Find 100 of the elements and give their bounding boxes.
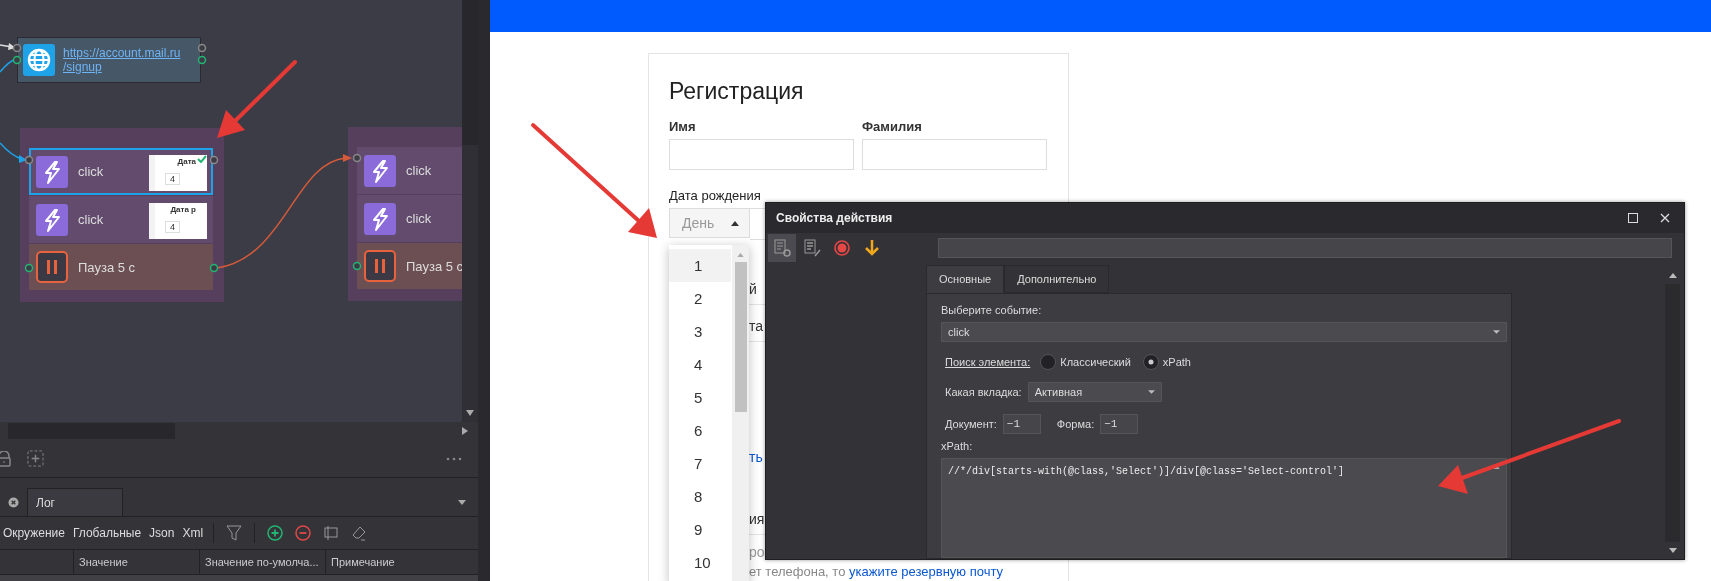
backup-email-link[interactable]: укажите резервную почту xyxy=(849,564,1004,579)
action-row[interactable]: click xyxy=(357,147,462,194)
eraser-icon[interactable] xyxy=(351,525,368,541)
port-dot[interactable] xyxy=(197,43,207,53)
field-label: Фамилия xyxy=(862,119,923,134)
input-field[interactable] xyxy=(938,238,1672,258)
scroll-right-icon[interactable] xyxy=(462,427,468,435)
tab-select[interactable]: Активная xyxy=(1027,382,1162,402)
day-option[interactable]: 5 xyxy=(669,381,731,414)
field-label: Выберите событие: xyxy=(941,304,1043,316)
dialog-title: Свойства действия xyxy=(776,211,893,225)
action-label: click xyxy=(78,212,104,227)
column-header[interactable]: Значение xyxy=(73,550,199,574)
radio-icon[interactable] xyxy=(1040,354,1057,370)
action-label: click xyxy=(78,164,104,179)
action-row[interactable]: Пауза 5 с xyxy=(357,243,462,289)
action-label: click xyxy=(406,211,432,226)
day-option[interactable]: 2 xyxy=(669,282,731,315)
scroll-up-icon[interactable] xyxy=(1668,273,1677,278)
field-label: xPath: xyxy=(941,440,974,452)
action-row[interactable]: click Дата 4 xyxy=(29,148,213,195)
caret-icon xyxy=(1493,330,1500,334)
port-dot[interactable] xyxy=(352,153,362,163)
toolbar-tab[interactable]: Json xyxy=(146,526,178,540)
text-fragment: й xyxy=(749,281,757,297)
action-label: Пауза 5 с xyxy=(78,259,136,275)
dialog-tab[interactable]: Основные xyxy=(926,265,1005,293)
day-option[interactable]: 9 xyxy=(669,513,731,546)
scroll-up-icon[interactable] xyxy=(1493,465,1500,469)
scroll-down-icon[interactable] xyxy=(1668,548,1677,553)
port-dot[interactable] xyxy=(209,263,219,273)
lightning-icon xyxy=(36,155,68,188)
port-dot[interactable] xyxy=(197,55,207,65)
radio-option[interactable]: Классический xyxy=(1040,354,1131,370)
toolbar-tab[interactable]: Xml xyxy=(179,526,207,540)
thumbnail-value: 4 xyxy=(165,221,180,233)
column-header[interactable]: Значение по-умолча... xyxy=(199,550,325,574)
day-option[interactable]: 10 xyxy=(669,546,731,579)
note-text: ет телефона, то xyxy=(749,564,846,579)
close-icon[interactable] xyxy=(1660,213,1670,223)
toolbar-tab[interactable]: Глобальные xyxy=(69,526,145,540)
xpath-field[interactable]: //*/div[starts-with(@class,'Select')]/div[@class='Select-control'] xyxy=(941,458,1507,558)
port-dot[interactable] xyxy=(12,55,22,65)
connector-line xyxy=(0,59,15,73)
close-icon[interactable] xyxy=(8,496,19,508)
log-tab[interactable]: Лог xyxy=(27,488,123,516)
day-option[interactable]: 1 xyxy=(669,249,731,282)
day-option[interactable]: 7 xyxy=(669,447,731,480)
day-option[interactable]: 8 xyxy=(669,480,731,513)
form-title: Регистрация xyxy=(669,78,805,105)
thumbnail-value: 4 xyxy=(165,173,180,185)
filter-icon[interactable] xyxy=(226,525,243,541)
action-label: Пауза 5 с xyxy=(406,258,462,274)
form-field[interactable]: −1 xyxy=(1100,414,1139,434)
field-label: Дата рождения xyxy=(669,188,762,203)
field-label: Форма: xyxy=(1056,418,1095,430)
radio-option[interactable]: xPath xyxy=(1142,354,1191,370)
lightning-icon xyxy=(364,202,396,235)
more-icon[interactable] xyxy=(446,456,462,461)
caret-icon xyxy=(731,220,739,226)
caret-icon[interactable] xyxy=(458,499,466,505)
scroll-down-icon[interactable] xyxy=(466,410,474,416)
text-fragment: ия xyxy=(749,511,765,527)
check-icon xyxy=(197,155,207,163)
thumbnail-label: Дата xyxy=(177,157,196,166)
radio-icon[interactable] xyxy=(1142,354,1159,370)
port-dot[interactable] xyxy=(24,155,34,165)
add-icon[interactable] xyxy=(267,525,284,541)
text-fragment: та xyxy=(749,318,764,334)
thumbnail-label: Дата р xyxy=(170,205,196,214)
field-label: Имя xyxy=(669,119,697,134)
field-label: Какая вкладка: xyxy=(945,386,1022,398)
day-option[interactable]: 3 xyxy=(669,315,731,348)
lock-icon[interactable] xyxy=(0,450,11,467)
port-dot[interactable] xyxy=(209,155,219,165)
dialog-tab[interactable]: Дополнительно xyxy=(1004,265,1110,293)
document-field[interactable]: −1 xyxy=(1002,414,1041,434)
port-dot[interactable] xyxy=(352,261,362,271)
field-label: Документ: xyxy=(945,418,997,430)
dropdown-scrollbar[interactable] xyxy=(732,245,749,581)
lightning-icon xyxy=(36,203,68,236)
maximize-icon[interactable] xyxy=(1628,213,1638,223)
day-option[interactable]: 4 xyxy=(669,348,731,381)
frame-icon[interactable] xyxy=(323,525,340,541)
settings-document-icon[interactable] xyxy=(768,234,796,262)
search-element-link[interactable]: Поиск элемента: xyxy=(945,356,1031,368)
port-dot[interactable] xyxy=(12,43,22,53)
action-row[interactable]: click Дата р 4 xyxy=(29,196,213,243)
lightning-icon xyxy=(364,154,396,187)
action-row[interactable]: click xyxy=(357,195,462,242)
toolbar-tab[interactable]: Окружение xyxy=(0,526,68,540)
action-row[interactable]: Пауза 5 с xyxy=(29,244,213,290)
port-dot[interactable] xyxy=(24,263,34,273)
vertical-scrollbar[interactable] xyxy=(462,0,478,422)
day-option[interactable]: 6 xyxy=(669,414,731,447)
add-icon[interactable] xyxy=(27,450,44,467)
remove-icon[interactable] xyxy=(295,525,312,541)
column-header[interactable]: Примечание xyxy=(325,550,451,574)
event-select[interactable]: click xyxy=(941,322,1507,342)
link[interactable]: ть xyxy=(749,449,763,465)
